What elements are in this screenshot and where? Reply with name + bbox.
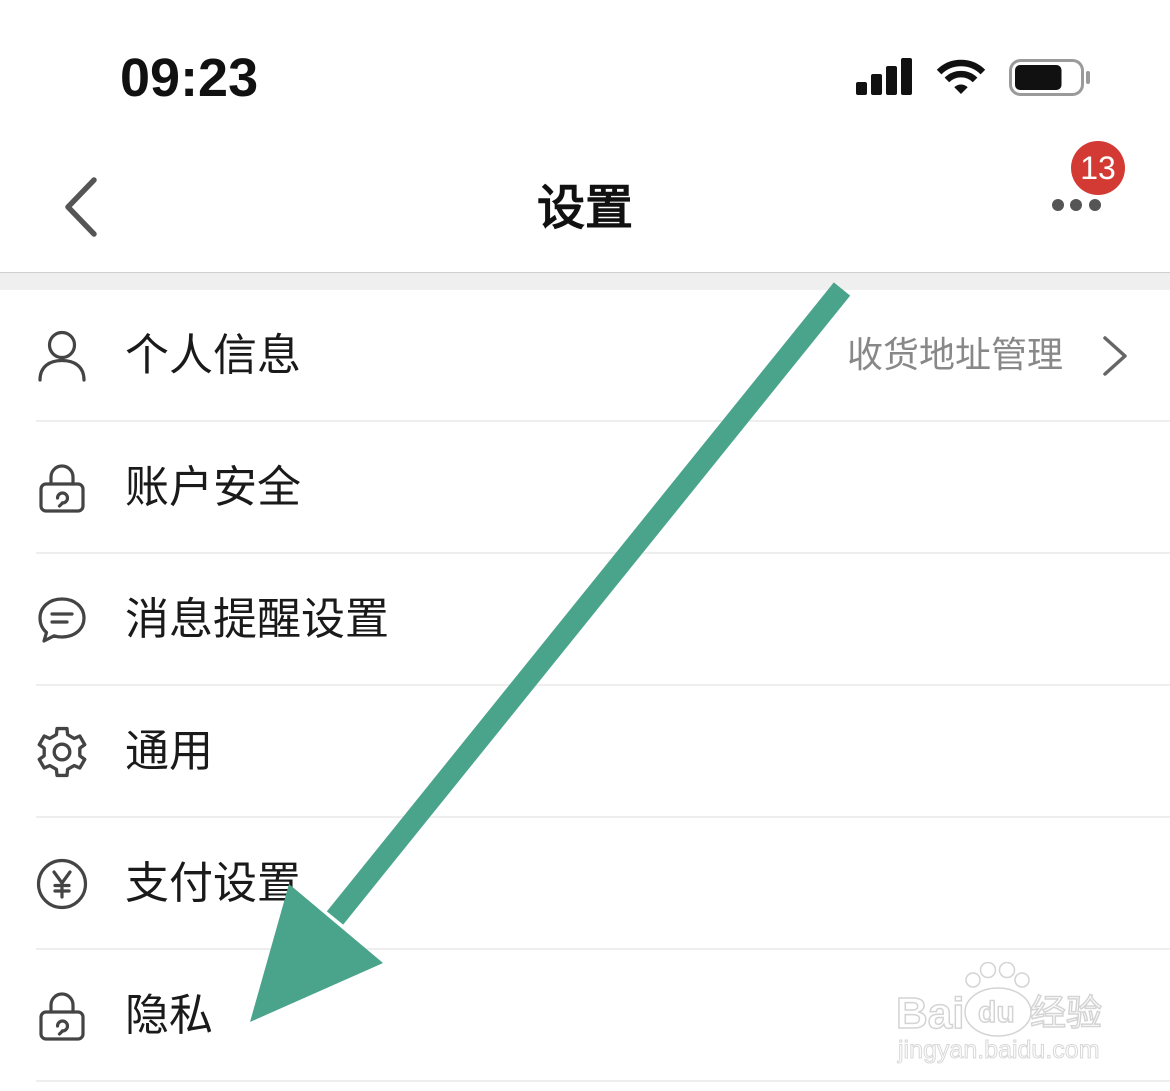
row-label: 个人信息 xyxy=(125,330,301,381)
section-gap xyxy=(0,273,1170,290)
yen-circle-icon xyxy=(36,858,88,910)
signal-bars-icon xyxy=(856,58,912,95)
notification-badge: 13 xyxy=(1071,141,1125,195)
row-label: 隐私 xyxy=(125,990,213,1041)
settings-row-account-security[interactable]: 账户安全 xyxy=(0,422,1170,554)
row-detail-text: 收货地址管理 xyxy=(846,335,1063,376)
gear-icon xyxy=(37,726,87,778)
chevron-left-icon xyxy=(65,177,97,237)
page-title: 设置 xyxy=(536,180,633,236)
lock-icon xyxy=(39,992,85,1041)
row-label: 通用 xyxy=(125,726,213,777)
row-label: 支付设置 xyxy=(125,858,301,909)
battery-icon xyxy=(1009,59,1090,96)
more-dots-icon xyxy=(1052,199,1101,211)
status-bar: 09:23 xyxy=(0,0,1170,130)
wifi-icon xyxy=(936,59,986,94)
row-label: 消息提醒设置 xyxy=(125,594,389,645)
settings-row-notifications[interactable]: 消息提醒设置 xyxy=(0,554,1170,686)
person-icon xyxy=(38,330,86,382)
address-management-link[interactable]: 收货地址管理 xyxy=(830,290,1140,422)
settings-row-privacy[interactable]: 隐私 xyxy=(0,950,1170,1082)
chat-bubble-icon xyxy=(38,597,86,643)
settings-row-general[interactable]: 通用 xyxy=(0,686,1170,818)
more-button[interactable]: 13 xyxy=(1040,141,1140,250)
status-time: 09:23 xyxy=(120,48,259,108)
chevron-right-icon xyxy=(1103,336,1127,376)
settings-row-payment[interactable]: 支付设置 xyxy=(0,818,1170,950)
settings-list: 个人信息 收货地址管理 账户安全 消息提醒设置 通用 支付设置 隐私 xyxy=(0,290,1170,1082)
lock-icon xyxy=(39,464,85,513)
row-label: 账户安全 xyxy=(125,462,301,513)
settings-row-personal-info[interactable]: 个人信息 收货地址管理 xyxy=(0,290,1170,422)
navigation-bar: 设置 13 xyxy=(0,130,1170,272)
battery-level-fill xyxy=(1015,65,1062,90)
back-button[interactable] xyxy=(56,170,108,244)
